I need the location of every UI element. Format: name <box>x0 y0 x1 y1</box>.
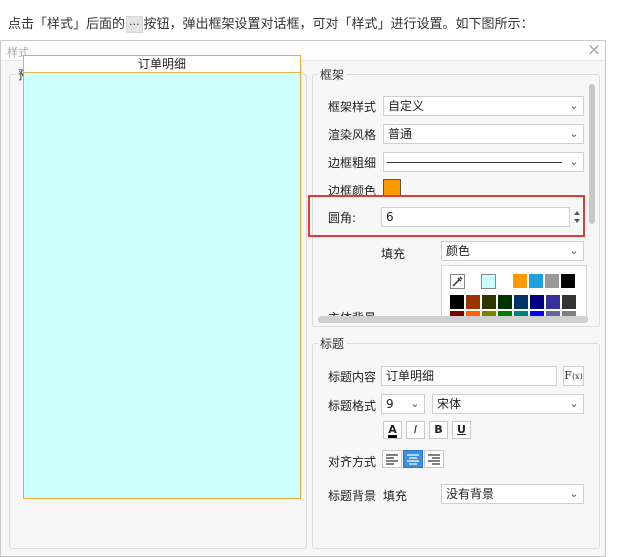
color-swatch[interactable] <box>450 295 464 309</box>
align-left-button[interactable] <box>382 450 402 468</box>
align-label: 对齐方式 <box>328 455 377 469</box>
color-swatch[interactable] <box>498 295 512 309</box>
frame-style-value: 自定义 <box>388 99 425 113</box>
color-swatch[interactable] <box>530 295 544 309</box>
title-content-label: 标题内容 <box>328 370 377 384</box>
intro-before: 点击「样式」后面的 <box>8 17 126 32</box>
radius-label: 圆角: <box>328 211 357 225</box>
render-style-value: 普通 <box>388 127 413 141</box>
underline-icon: U <box>457 423 466 436</box>
align-left-icon <box>386 454 398 465</box>
italic-icon: I <box>413 423 418 436</box>
radius-value: 6 <box>386 210 394 224</box>
color-palette <box>441 265 587 321</box>
title-bg-value: 没有背景 <box>446 487 495 501</box>
chevron-down-icon: ⌄ <box>569 397 579 410</box>
align-right-icon <box>428 454 440 465</box>
close-icon[interactable]: × <box>585 41 603 59</box>
color-swatch[interactable] <box>562 295 576 309</box>
align-center-button[interactable] <box>403 450 423 468</box>
radius-stepper[interactable] <box>571 207 583 227</box>
preview-frame: 订单明细 <box>23 55 301 499</box>
chevron-down-icon: ⌄ <box>569 487 579 500</box>
chevron-down-icon: ⌄ <box>410 397 420 410</box>
fill-value: 颜色 <box>446 244 471 258</box>
fill-select[interactable]: 颜色 ⌄ <box>441 241 584 261</box>
vertical-scrollbar[interactable] <box>589 84 595 224</box>
title-content-value: 订单明细 <box>386 369 435 383</box>
chevron-down-icon: ⌄ <box>569 127 579 140</box>
font-size-value: 9 <box>386 397 394 411</box>
title-bg-label: 标题背景 <box>328 489 377 503</box>
preview-header: 订单明细 <box>24 56 300 73</box>
align-center-icon <box>407 454 419 465</box>
font-family-select[interactable]: 宋体 ⌄ <box>432 394 584 414</box>
font-family-value: 宋体 <box>437 397 462 411</box>
color-swatch[interactable] <box>545 274 559 288</box>
bold-icon: B <box>434 423 443 436</box>
italic-button[interactable]: I <box>406 421 425 439</box>
chevron-down-icon: ⌄ <box>569 99 579 112</box>
color-swatch[interactable] <box>514 295 528 309</box>
underline-button[interactable]: U <box>452 421 471 439</box>
frame-style-select[interactable]: 自定义 ⌄ <box>383 96 584 116</box>
intro-after: 按钮，弹出框架设置对话框，可对「样式」进行设置。如下图所示： <box>143 17 534 32</box>
font-color-icon: A <box>388 423 397 438</box>
title-format-label: 标题格式 <box>328 399 377 413</box>
color-swatch[interactable] <box>482 295 496 309</box>
intro-text: 点击「样式」后面的 ··· 按钮，弹出框架设置对话框，可对「样式」进行设置。如下图所… <box>8 13 534 33</box>
more-dots-button: ··· <box>126 16 143 33</box>
title-bg-select[interactable]: 没有背景 ⌄ <box>441 484 584 504</box>
render-style-label: 渲染风格 <box>328 128 377 142</box>
color-swatch[interactable] <box>561 274 575 288</box>
radius-input[interactable]: 6 <box>381 207 570 227</box>
color-swatch[interactable] <box>513 274 527 288</box>
font-size-select[interactable]: 9 ⌄ <box>381 394 425 414</box>
bold-button[interactable]: B <box>429 421 448 439</box>
formula-button[interactable]: F(x) <box>563 366 584 386</box>
stepper-arrows-icon <box>574 211 580 223</box>
border-width-label: 边框粗细 <box>328 156 377 170</box>
color-swatch[interactable] <box>546 295 560 309</box>
eyedropper-icon <box>452 276 463 287</box>
frame-group-label: 框架 <box>318 66 347 83</box>
chevron-down-icon: ⌄ <box>569 244 579 257</box>
align-right-button[interactable] <box>424 450 444 468</box>
color-swatch[interactable] <box>529 274 543 288</box>
color-swatch[interactable] <box>466 295 480 309</box>
title-bg-fill-label: 填充 <box>383 489 408 503</box>
eyedropper-button[interactable] <box>450 274 465 289</box>
fill-label: 填充 <box>381 247 406 261</box>
line-preview <box>387 162 562 163</box>
chevron-down-icon: ⌄ <box>569 155 579 168</box>
horizontal-scrollbar[interactable] <box>318 316 588 323</box>
color-swatch[interactable] <box>481 274 496 289</box>
font-color-button[interactable]: A <box>383 421 402 439</box>
border-width-select[interactable]: ⌄ <box>383 152 584 172</box>
title-content-input[interactable]: 订单明细 <box>381 366 557 386</box>
render-style-select[interactable]: 普通 ⌄ <box>383 124 584 144</box>
frame-style-label: 框架样式 <box>328 100 377 114</box>
title-group-label: 标题 <box>318 335 347 352</box>
